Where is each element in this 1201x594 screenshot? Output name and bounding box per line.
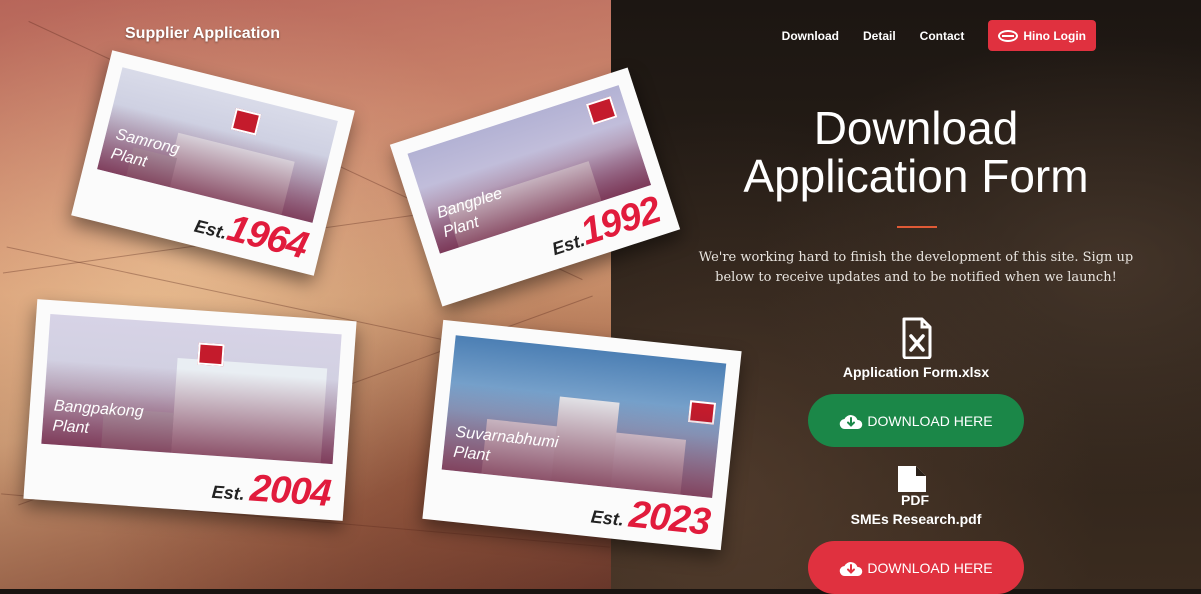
lead-text: We're working hard to finish the develop… bbox=[698, 250, 1134, 285]
plant-name: Bangpakong Plant bbox=[51, 397, 145, 437]
title-divider bbox=[897, 226, 937, 228]
plant-est: Est. 2004 bbox=[211, 467, 332, 515]
excel-file-name: Application Form.xlsx bbox=[842, 364, 990, 380]
hino-login-button[interactable]: Hino Login bbox=[988, 20, 1096, 51]
login-label: Hino Login bbox=[1023, 28, 1086, 43]
cloud-download-icon bbox=[840, 561, 863, 576]
nav-detail[interactable]: Detail bbox=[863, 29, 896, 43]
excel-file-icon bbox=[901, 317, 933, 364]
cloud-download-icon bbox=[840, 414, 863, 429]
pdf-icon-text: PDF bbox=[901, 492, 929, 508]
download-label: DOWNLOAD HERE bbox=[867, 559, 993, 576]
hino-logo-icon bbox=[998, 29, 1019, 42]
plant-card-bangpakong: Bangpakong Plant Est. 2004 bbox=[23, 299, 357, 521]
download-pdf-button[interactable]: DOWNLOAD HERE bbox=[808, 541, 1024, 594]
brand-title[interactable]: Supplier Application bbox=[125, 25, 280, 43]
top-nav: Download Detail Contact Hino Login bbox=[782, 20, 1096, 51]
download-label: DOWNLOAD HERE bbox=[867, 412, 993, 429]
download-excel-button[interactable]: DOWNLOAD HERE bbox=[808, 394, 1024, 447]
page-title: Download Application Form bbox=[743, 102, 1089, 202]
plant-year: 2004 bbox=[248, 467, 332, 515]
pdf-file-name: SMEs Research.pdf bbox=[850, 511, 982, 527]
nav-download[interactable]: Download bbox=[782, 29, 839, 43]
nav-contact[interactable]: Contact bbox=[920, 29, 965, 43]
